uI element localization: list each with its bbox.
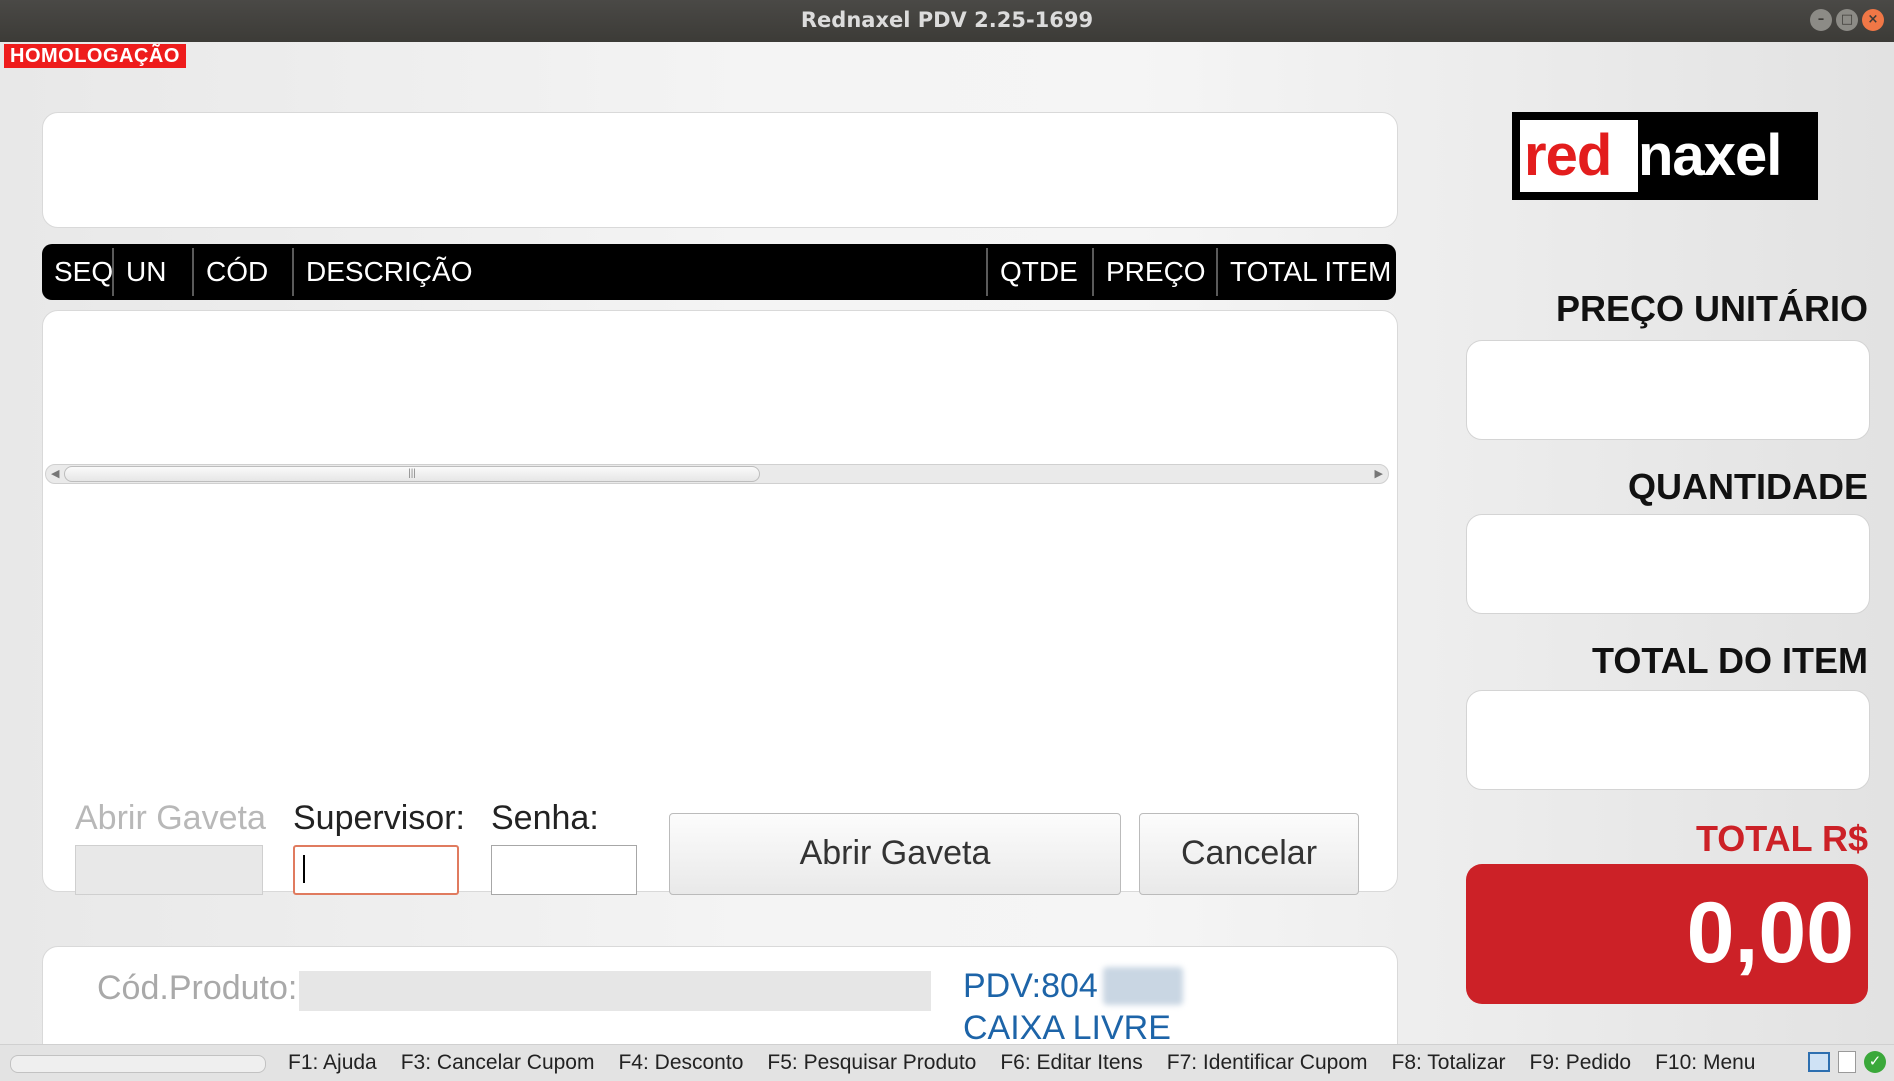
logo-naxel-text: naxel	[1638, 123, 1782, 188]
abrir-gaveta-button[interactable]: Abrir Gaveta	[669, 813, 1121, 895]
logo-red-text: red	[1524, 123, 1612, 188]
app-window: HOMOLOGAÇÃO SEQ UN CÓD DESCRIÇÃO QTDE PR…	[0, 42, 1894, 1080]
fkey-f10[interactable]: F10: Menu	[1655, 1051, 1755, 1075]
abrir-gaveta-label: Abrir Gaveta	[75, 799, 266, 837]
fkey-f6[interactable]: F6: Editar Itens	[1000, 1051, 1142, 1075]
fkey-f3[interactable]: F3: Cancelar Cupom	[401, 1051, 595, 1075]
col-qtde[interactable]: QTDE	[988, 244, 1092, 300]
window-icon[interactable]	[1808, 1052, 1830, 1072]
fkey-f7[interactable]: F7: Identificar Cupom	[1167, 1051, 1368, 1075]
homologacao-badge: HOMOLOGAÇÃO	[4, 44, 186, 68]
title-bar: Rednaxel PDV 2.25-1699 – □ ×	[0, 0, 1894, 42]
caixa-status: CAIXA LIVRE	[963, 1009, 1171, 1047]
minimize-button[interactable]: –	[1810, 9, 1832, 31]
fkey-f4[interactable]: F4: Desconto	[618, 1051, 743, 1075]
horizontal-scrollbar[interactable]: ◀ ||| ▶	[45, 464, 1389, 484]
scroll-grip-icon: |||	[408, 468, 416, 479]
total-do-item-label: TOTAL DO ITEM	[1592, 640, 1868, 681]
document-icon[interactable]	[1838, 1051, 1856, 1073]
preco-unitario-box	[1466, 340, 1870, 440]
total-label: TOTAL R$	[1695, 818, 1868, 859]
scroll-left-icon[interactable]: ◀	[51, 465, 59, 483]
preco-unitario-label: PREÇO UNITÁRIO	[1555, 288, 1868, 329]
col-total-item[interactable]: TOTAL ITEM	[1218, 244, 1396, 300]
col-preco[interactable]: PREÇO	[1094, 244, 1216, 300]
scrollbar-thumb[interactable]: |||	[64, 466, 760, 482]
fkey-f9[interactable]: F9: Pedido	[1530, 1051, 1632, 1075]
window-title: Rednaxel PDV 2.25-1699	[800, 8, 1094, 32]
col-seq[interactable]: SEQ	[42, 244, 113, 300]
cod-produto-input[interactable]	[299, 971, 931, 1011]
progress-bar	[10, 1055, 266, 1073]
rednaxel-logo: red naxel	[1512, 112, 1818, 200]
window-controls: – □ ×	[1810, 9, 1884, 31]
fkey-f1[interactable]: F1: Ajuda	[288, 1051, 377, 1075]
total-value: 0,00	[1686, 885, 1854, 981]
maximize-button[interactable]: □	[1836, 9, 1858, 31]
pdv-number: PDV:804	[963, 967, 1098, 1005]
quantidade-box	[1466, 514, 1870, 614]
cancelar-button[interactable]: Cancelar	[1139, 813, 1359, 895]
abrir-gaveta-field	[75, 845, 263, 895]
scroll-right-icon[interactable]: ▶	[1375, 465, 1383, 483]
col-un[interactable]: UN	[114, 244, 192, 300]
col-cod[interactable]: CÓD	[194, 244, 292, 300]
senha-label: Senha:	[491, 799, 599, 837]
supervisor-input[interactable]	[293, 845, 459, 895]
product-display-panel	[42, 112, 1398, 228]
items-table-header: SEQ UN CÓD DESCRIÇÃO QTDE PREÇO TOTAL IT…	[42, 244, 1396, 300]
fkey-f8[interactable]: F8: Totalizar	[1392, 1051, 1506, 1075]
status-icons: ✓	[1808, 1051, 1886, 1073]
close-button[interactable]: ×	[1862, 9, 1884, 31]
items-list-panel[interactable]: ◀ ||| ▶ Abrir Gaveta Supervisor: Senha: …	[42, 310, 1398, 895]
quantidade-label: QUANTIDADE	[1628, 466, 1868, 507]
total-box: 0,00	[1466, 864, 1868, 1004]
total-do-item-box	[1466, 690, 1870, 790]
col-descricao[interactable]: DESCRIÇÃO	[294, 244, 984, 300]
status-bar: F1: Ajuda F3: Cancelar Cupom F4: Descont…	[0, 1044, 1894, 1081]
supervisor-label: Supervisor:	[293, 799, 465, 837]
function-key-hints: F1: Ajuda F3: Cancelar Cupom F4: Descont…	[288, 1051, 1755, 1075]
check-ok-icon: ✓	[1864, 1051, 1886, 1073]
fkey-f5[interactable]: F5: Pesquisar Produto	[767, 1051, 976, 1075]
cod-produto-label: Cód.Produto:	[97, 969, 298, 1007]
pdv-redacted	[1103, 967, 1183, 1005]
senha-input[interactable]	[491, 845, 637, 895]
text-caret	[303, 855, 305, 883]
